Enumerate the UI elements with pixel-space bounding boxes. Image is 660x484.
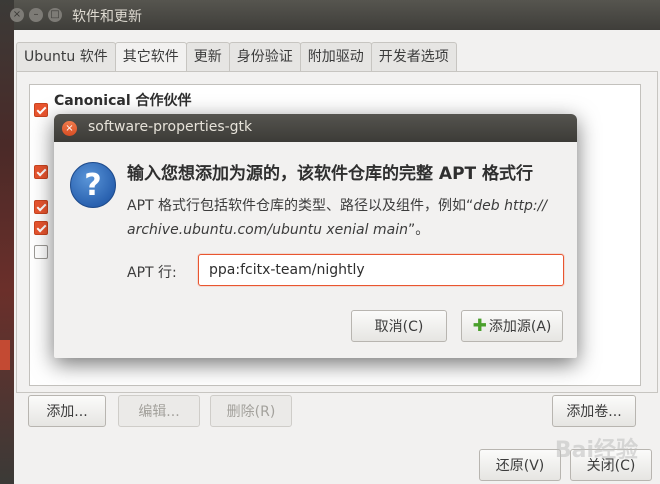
list-item[interactable]: Canonical 合作伙伴 xyxy=(30,85,640,117)
plus-icon: ✚ xyxy=(472,316,487,336)
source-checkbox[interactable] xyxy=(34,245,48,259)
add-volume-button[interactable]: 添加卷... xyxy=(552,395,636,427)
apt-line-input[interactable] xyxy=(198,254,564,286)
revert-button[interactable]: 还原(V) xyxy=(479,449,561,481)
window-close-icon[interactable]: × xyxy=(10,8,24,22)
window-title: 软件和更新 xyxy=(72,9,142,25)
tab-ubuntu-software[interactable]: Ubuntu 软件 xyxy=(16,42,116,72)
description-example-2: archive.ubuntu.com/ubuntu xenial main xyxy=(127,222,408,238)
apt-line-label: APT 行: xyxy=(127,265,177,281)
window-titlebar: × – □ 软件和更新 xyxy=(10,0,660,30)
tab-bar: Ubuntu 软件 其它软件 更新 身份验证 附加驱动 开发者选项 xyxy=(16,42,457,73)
description-suffix: ”。 xyxy=(407,222,430,238)
close-icon[interactable]: × xyxy=(62,121,77,136)
tab-other-software[interactable]: 其它软件 xyxy=(114,42,187,73)
desktop-background xyxy=(0,0,14,484)
tab-additional-drivers[interactable]: 附加驱动 xyxy=(299,42,372,72)
question-icon: ? xyxy=(70,162,116,208)
add-source-confirm-label: 添加源(A) xyxy=(488,319,552,335)
tab-authentication[interactable]: 身份验证 xyxy=(228,42,301,72)
edit-source-button[interactable]: 编辑... xyxy=(118,395,200,427)
tab-developer-options[interactable]: 开发者选项 xyxy=(370,42,457,72)
description-example-1: deb http:// xyxy=(473,198,548,214)
window-minimize-icon[interactable]: – xyxy=(29,8,43,22)
window-maximize-icon[interactable]: □ xyxy=(48,8,62,22)
tab-updates[interactable]: 更新 xyxy=(185,42,230,72)
source-checkbox[interactable] xyxy=(34,103,48,117)
cancel-button[interactable]: 取消(C) xyxy=(351,310,447,342)
dialog-titlebar: × software-properties-gtk xyxy=(54,114,577,142)
source-checkbox[interactable] xyxy=(34,200,48,214)
dialog-heading: 输入您想添加为源的，该软件仓库的完整 APT 格式行 xyxy=(127,164,534,184)
source-checkbox[interactable] xyxy=(34,221,48,235)
watermark-logo: Bai经验 xyxy=(554,438,638,463)
add-source-confirm-button[interactable]: ✚ 添加源(A) xyxy=(461,310,563,342)
add-source-dialog: × software-properties-gtk ? 输入您想添加为源的，该软… xyxy=(54,114,577,358)
source-label: Canonical 合作伙伴 xyxy=(54,93,192,109)
add-source-button[interactable]: 添加... xyxy=(28,395,106,427)
remove-source-button[interactable]: 删除(R) xyxy=(210,395,292,427)
dialog-title: software-properties-gtk xyxy=(88,119,253,135)
description-prefix: APT 格式行包括软件仓库的类型、路径以及组件，例如“ xyxy=(127,198,474,214)
source-checkbox[interactable] xyxy=(34,165,48,179)
dialog-description: APT 格式行包括软件仓库的类型、路径以及组件，例如“deb http:// ar… xyxy=(127,194,567,242)
